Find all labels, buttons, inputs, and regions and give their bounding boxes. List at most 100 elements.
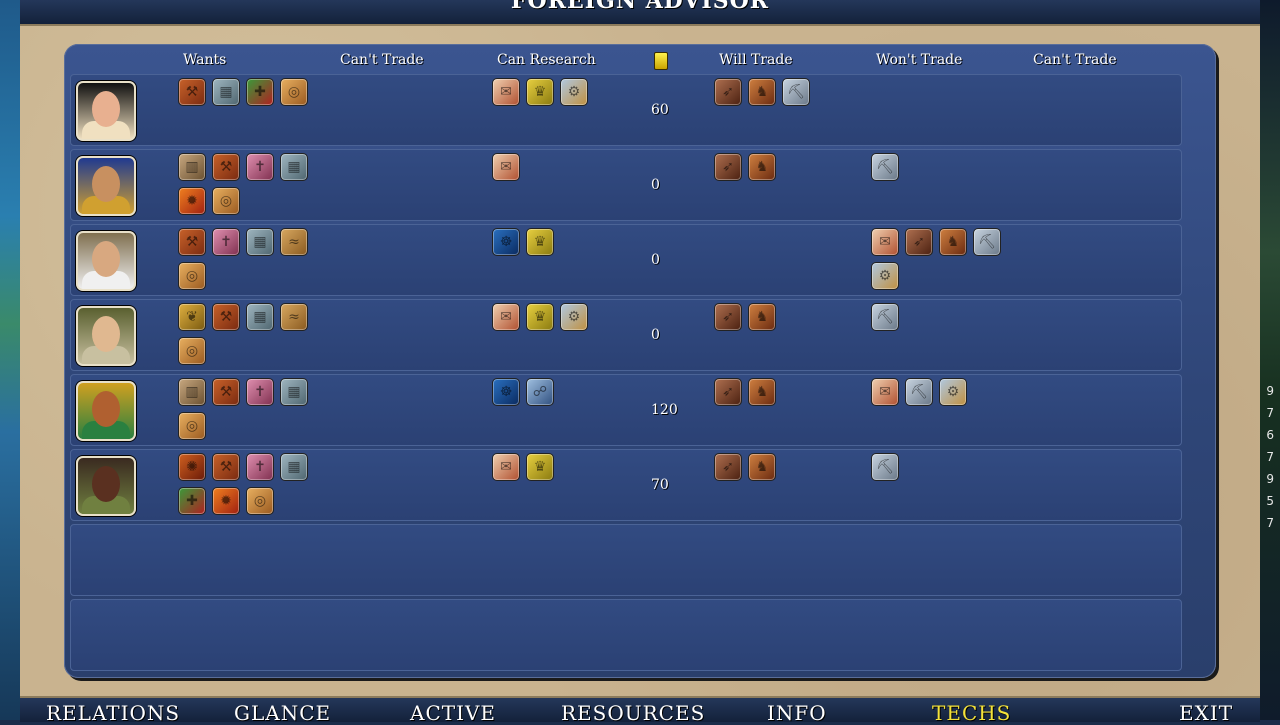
meditation-icon[interactable]: ☸ bbox=[492, 228, 520, 256]
sailing-icon[interactable]: ◎ bbox=[280, 78, 308, 106]
horseback-riding-icon[interactable]: ♞ bbox=[748, 153, 776, 181]
mining-icon[interactable]: ⛏ bbox=[973, 228, 1001, 256]
fishing-icon[interactable]: ≈ bbox=[280, 228, 308, 256]
horseback-riding-icon[interactable]: ♞ bbox=[748, 378, 776, 406]
mysticism-icon[interactable]: ✺ bbox=[178, 453, 206, 481]
writing-glyph: ✉ bbox=[879, 384, 891, 400]
sailing-icon[interactable]: ◎ bbox=[178, 337, 206, 365]
writing-icon[interactable]: ✉ bbox=[492, 78, 520, 106]
priesthood-icon[interactable]: ✝ bbox=[212, 228, 240, 256]
mining-icon[interactable]: ⛏ bbox=[905, 378, 933, 406]
monarchy-glyph: ♛ bbox=[533, 459, 547, 475]
sailing-glyph: ◎ bbox=[219, 193, 233, 209]
writing-glyph: ✉ bbox=[879, 234, 891, 250]
sailing-glyph: ◎ bbox=[253, 493, 267, 509]
nav-glance[interactable]: GLANCE bbox=[234, 701, 331, 725]
sailing-icon[interactable]: ◎ bbox=[178, 412, 206, 440]
bronze-working-icon[interactable]: ⚒ bbox=[212, 153, 240, 181]
gold-amount: 120 bbox=[651, 402, 678, 418]
writing-icon[interactable]: ✉ bbox=[492, 303, 520, 331]
priesthood-icon[interactable]: ✝ bbox=[246, 453, 274, 481]
nav-relations[interactable]: RELATIONS bbox=[46, 701, 180, 725]
sailing-glyph: ◎ bbox=[287, 84, 301, 100]
monarchy-icon[interactable]: ♛ bbox=[526, 303, 554, 331]
masonry-icon[interactable]: ▦ bbox=[212, 78, 240, 106]
priesthood-glyph: ✝ bbox=[220, 234, 232, 250]
bronze-working-glyph: ⚒ bbox=[219, 309, 233, 325]
sailing-icon[interactable]: ◎ bbox=[246, 487, 274, 515]
bronze-working-icon[interactable]: ⚒ bbox=[212, 303, 240, 331]
the-wheel-icon[interactable]: ⚙ bbox=[560, 78, 588, 106]
leader-portrait[interactable] bbox=[76, 81, 136, 141]
meditation-icon[interactable]: ☸ bbox=[492, 378, 520, 406]
horseback-riding-icon[interactable]: ♞ bbox=[939, 228, 967, 256]
pottery-icon[interactable]: ▥ bbox=[178, 378, 206, 406]
leader-portrait[interactable] bbox=[76, 231, 136, 291]
masonry-icon[interactable]: ▦ bbox=[280, 153, 308, 181]
monarchy-icon[interactable]: ♛ bbox=[526, 228, 554, 256]
sailing-icon[interactable]: ◎ bbox=[212, 187, 240, 215]
writing-glyph: ✉ bbox=[500, 159, 512, 175]
nav-exit[interactable]: EXIT bbox=[1179, 701, 1233, 725]
hunting-icon[interactable]: ➶ bbox=[714, 378, 742, 406]
leader-portrait[interactable] bbox=[76, 156, 136, 216]
fishing-icon[interactable]: ≈ bbox=[280, 303, 308, 331]
leader-portrait[interactable] bbox=[76, 456, 136, 516]
hunting-glyph: ➶ bbox=[722, 459, 734, 475]
polytheism-icon[interactable]: ☍ bbox=[526, 378, 554, 406]
the-wheel-icon[interactable]: ⚙ bbox=[560, 303, 588, 331]
horseback-riding-icon[interactable]: ♞ bbox=[748, 453, 776, 481]
nav-info[interactable]: INFO bbox=[767, 701, 827, 725]
writing-icon[interactable]: ✉ bbox=[492, 153, 520, 181]
writing-glyph: ✉ bbox=[500, 309, 512, 325]
horseback-riding-glyph: ♞ bbox=[755, 159, 769, 175]
mathematics-icon[interactable]: ✚ bbox=[246, 78, 274, 106]
bronze-working-icon[interactable]: ⚒ bbox=[178, 78, 206, 106]
archery-icon[interactable]: ✹ bbox=[212, 487, 240, 515]
leader-portrait[interactable] bbox=[76, 381, 136, 441]
bronze-working-icon[interactable]: ⚒ bbox=[178, 228, 206, 256]
bronze-working-icon[interactable]: ⚒ bbox=[212, 378, 240, 406]
masonry-glyph: ▦ bbox=[287, 159, 301, 175]
writing-icon[interactable]: ✉ bbox=[871, 228, 899, 256]
the-wheel-icon[interactable]: ⚙ bbox=[871, 262, 899, 290]
writing-icon[interactable]: ✉ bbox=[492, 453, 520, 481]
hunting-icon[interactable]: ➶ bbox=[714, 303, 742, 331]
hunting-icon[interactable]: ➶ bbox=[905, 228, 933, 256]
masonry-icon[interactable]: ▦ bbox=[280, 378, 308, 406]
leader-row: 120 ▥ ⚒ ✝ ▦ ◎ ☸ ☍ ➶ ♞ ✉ ⛏ ⚙ bbox=[70, 374, 1182, 446]
horseback-riding-glyph: ♞ bbox=[755, 84, 769, 100]
bronze-working-icon[interactable]: ⚒ bbox=[212, 453, 240, 481]
mining-icon[interactable]: ⛏ bbox=[782, 78, 810, 106]
agriculture-icon[interactable]: ❦ bbox=[178, 303, 206, 331]
mining-icon[interactable]: ⛏ bbox=[871, 153, 899, 181]
nav-techs[interactable]: TECHS bbox=[932, 701, 1011, 725]
hunting-icon[interactable]: ➶ bbox=[714, 78, 742, 106]
masonry-icon[interactable]: ▦ bbox=[246, 303, 274, 331]
pottery-icon[interactable]: ▥ bbox=[178, 153, 206, 181]
the-wheel-icon[interactable]: ⚙ bbox=[939, 378, 967, 406]
hunting-icon[interactable]: ➶ bbox=[714, 153, 742, 181]
nav-resources[interactable]: RESOURCES bbox=[561, 701, 705, 725]
nav-active[interactable]: ACTIVE bbox=[410, 701, 496, 725]
horseback-riding-icon[interactable]: ♞ bbox=[748, 78, 776, 106]
priesthood-icon[interactable]: ✝ bbox=[246, 378, 274, 406]
horseback-riding-icon[interactable]: ♞ bbox=[748, 303, 776, 331]
meditation-glyph: ☸ bbox=[499, 234, 513, 250]
mining-icon[interactable]: ⛏ bbox=[871, 453, 899, 481]
screen-title: FOREIGN ADVISOR bbox=[510, 0, 770, 14]
mathematics-icon[interactable]: ✚ bbox=[178, 487, 206, 515]
sailing-icon[interactable]: ◎ bbox=[178, 262, 206, 290]
masonry-icon[interactable]: ▦ bbox=[246, 228, 274, 256]
hunting-icon[interactable]: ➶ bbox=[714, 453, 742, 481]
writing-icon[interactable]: ✉ bbox=[871, 378, 899, 406]
archery-icon[interactable]: ✹ bbox=[178, 187, 206, 215]
masonry-glyph: ▦ bbox=[253, 309, 267, 325]
monarchy-icon[interactable]: ♛ bbox=[526, 78, 554, 106]
mining-glyph: ⛏ bbox=[876, 459, 894, 475]
masonry-icon[interactable]: ▦ bbox=[280, 453, 308, 481]
priesthood-icon[interactable]: ✝ bbox=[246, 153, 274, 181]
mining-icon[interactable]: ⛏ bbox=[871, 303, 899, 331]
leader-portrait[interactable] bbox=[76, 306, 136, 366]
monarchy-icon[interactable]: ♛ bbox=[526, 453, 554, 481]
